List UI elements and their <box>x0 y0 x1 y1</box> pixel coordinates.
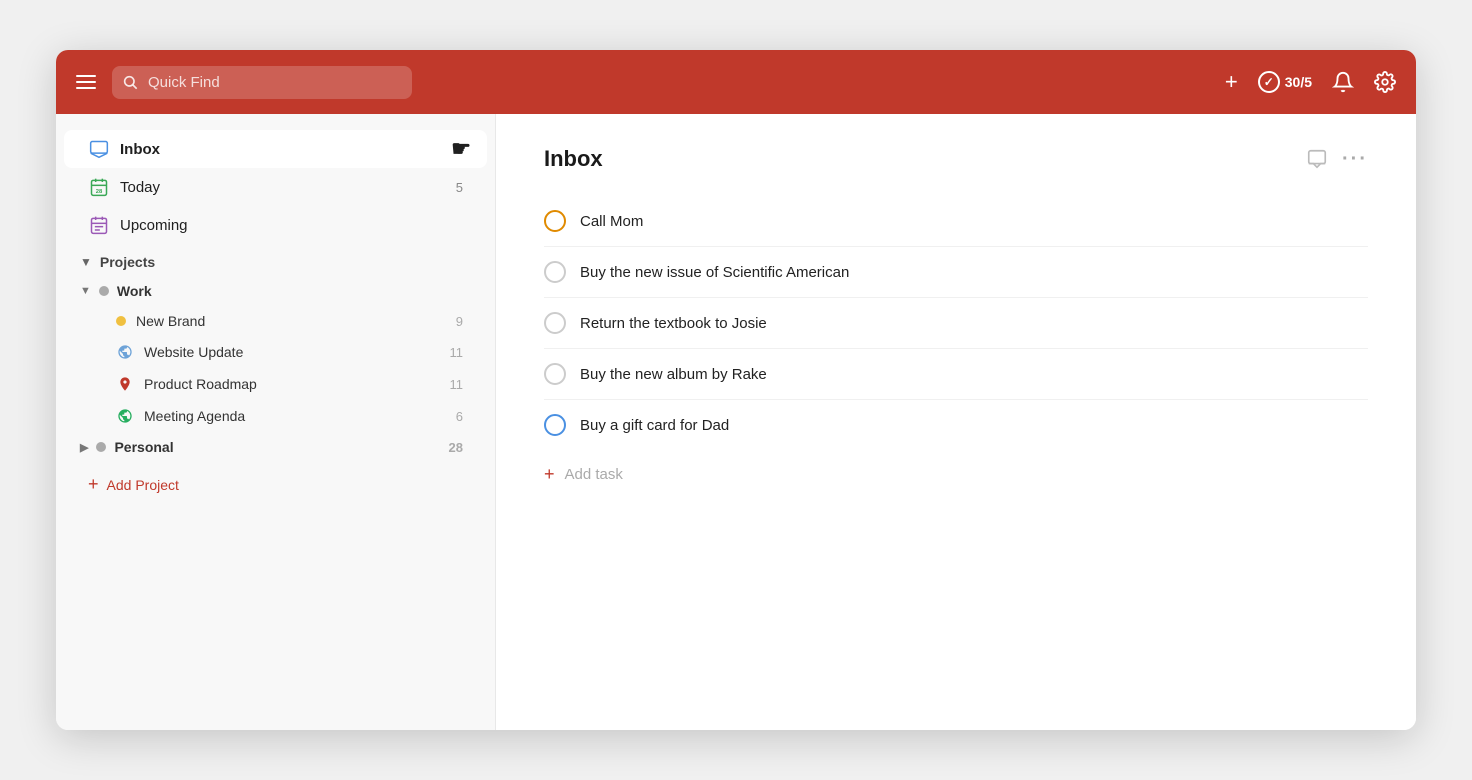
main-header: Inbox ··· <box>544 146 1368 172</box>
inbox-icon <box>88 138 110 160</box>
search-input[interactable] <box>112 66 412 99</box>
more-options-button[interactable]: ··· <box>1342 148 1368 171</box>
add-task-button[interactable]: + Add task <box>544 450 1368 499</box>
work-chevron: ▼ <box>80 285 91 297</box>
product-roadmap-label: Product Roadmap <box>144 376 257 392</box>
table-row[interactable]: Buy the new issue of Scientific American <box>544 247 1368 298</box>
add-project-label: Add Project <box>107 477 179 493</box>
comment-icon <box>1306 148 1328 170</box>
task-circle-5[interactable] <box>544 414 566 436</box>
table-row[interactable]: Buy the new album by Rake <box>544 349 1368 400</box>
personal-chevron: ▶ <box>80 441 88 454</box>
task-list: Call Mom Buy the new issue of Scientific… <box>544 196 1368 450</box>
meeting-agenda-count: 6 <box>456 409 463 424</box>
add-button[interactable]: + <box>1225 69 1238 95</box>
add-task-label: Add task <box>565 466 623 483</box>
add-task-plus: + <box>544 464 555 485</box>
table-row[interactable]: Return the textbook to Josie <box>544 298 1368 349</box>
table-row[interactable]: Buy a gift card for Dad <box>544 400 1368 450</box>
today-count: 5 <box>456 180 463 195</box>
personal-dot <box>96 442 106 452</box>
website-update-count: 11 <box>450 345 464 360</box>
personal-group-header[interactable]: ▶ Personal 28 <box>64 432 487 462</box>
product-roadmap-count: 11 <box>450 377 464 392</box>
header: + 30/5 <box>56 50 1416 114</box>
work-group-header[interactable]: ▼ Work <box>64 276 487 306</box>
new-brand-count: 9 <box>456 314 463 329</box>
task-circle-4[interactable] <box>544 363 566 385</box>
today-label: Today <box>120 179 160 196</box>
karma-label: 30/5 <box>1285 74 1312 90</box>
personal-label: Personal <box>114 439 173 455</box>
task-text-3: Return the textbook to Josie <box>580 315 767 332</box>
product-roadmap-icon <box>116 375 134 393</box>
sidebar-item-website-update[interactable]: Website Update 11 <box>64 336 487 368</box>
task-text-2: Buy the new issue of Scientific American <box>580 264 849 281</box>
today-icon: 28 <box>88 176 110 198</box>
gear-icon <box>1374 71 1396 93</box>
search-wrapper <box>112 66 412 99</box>
projects-header[interactable]: ▼ Projects <box>56 244 495 276</box>
website-update-label: Website Update <box>144 344 243 360</box>
new-brand-dot <box>116 316 126 326</box>
comment-icon-button[interactable] <box>1306 148 1328 170</box>
header-actions: ··· <box>1306 148 1368 171</box>
table-row[interactable]: Call Mom <box>544 196 1368 247</box>
bell-icon <box>1332 71 1354 93</box>
work-label: Work <box>117 283 152 299</box>
app-window: + 30/5 Inbox 5 <box>56 50 1416 730</box>
work-dot <box>99 286 109 296</box>
notifications-button[interactable] <box>1332 71 1354 93</box>
sidebar-item-inbox[interactable]: Inbox 5 ☛ <box>64 130 487 168</box>
task-text-5: Buy a gift card for Dad <box>580 417 729 434</box>
header-right: + 30/5 <box>1225 69 1396 95</box>
sidebar-item-today[interactable]: 28 Today 5 <box>64 168 487 206</box>
meeting-agenda-icon <box>116 407 134 425</box>
task-circle-1[interactable] <box>544 210 566 232</box>
projects-label: Projects <box>100 254 155 270</box>
dots-icon: ··· <box>1342 148 1368 171</box>
menu-icon[interactable] <box>76 75 96 89</box>
personal-count: 28 <box>449 440 463 455</box>
upcoming-icon <box>88 214 110 236</box>
projects-chevron: ▼ <box>80 255 92 269</box>
inbox-label: Inbox <box>120 141 160 158</box>
sidebar: Inbox 5 ☛ 28 Today 5 Upcoming <box>56 114 496 730</box>
plus-icon: + <box>1225 69 1238 95</box>
task-circle-2[interactable] <box>544 261 566 283</box>
sidebar-item-upcoming[interactable]: Upcoming <box>64 206 487 244</box>
task-text-1: Call Mom <box>580 213 643 230</box>
settings-button[interactable] <box>1374 71 1396 93</box>
add-project-plus: + <box>88 474 99 495</box>
search-icon <box>122 74 138 90</box>
task-circle-3[interactable] <box>544 312 566 334</box>
add-project-button[interactable]: + Add Project <box>64 466 487 503</box>
karma-icon <box>1258 71 1280 93</box>
page-title: Inbox <box>544 146 603 172</box>
sidebar-item-product-roadmap[interactable]: Product Roadmap 11 <box>64 368 487 400</box>
sidebar-item-meeting-agenda[interactable]: Meeting Agenda 6 <box>64 400 487 432</box>
sidebar-item-new-brand[interactable]: New Brand 9 <box>64 306 487 336</box>
main-content: Inbox ··· Call Mom <box>496 114 1416 730</box>
upcoming-label: Upcoming <box>120 217 188 234</box>
website-update-icon <box>116 343 134 361</box>
new-brand-label: New Brand <box>136 313 205 329</box>
karma-badge: 30/5 <box>1258 71 1312 93</box>
svg-text:28: 28 <box>96 189 103 195</box>
meeting-agenda-label: Meeting Agenda <box>144 408 245 424</box>
task-text-4: Buy the new album by Rake <box>580 366 767 383</box>
cursor-hand: ☛ <box>451 136 471 162</box>
body: Inbox 5 ☛ 28 Today 5 Upcoming <box>56 114 1416 730</box>
